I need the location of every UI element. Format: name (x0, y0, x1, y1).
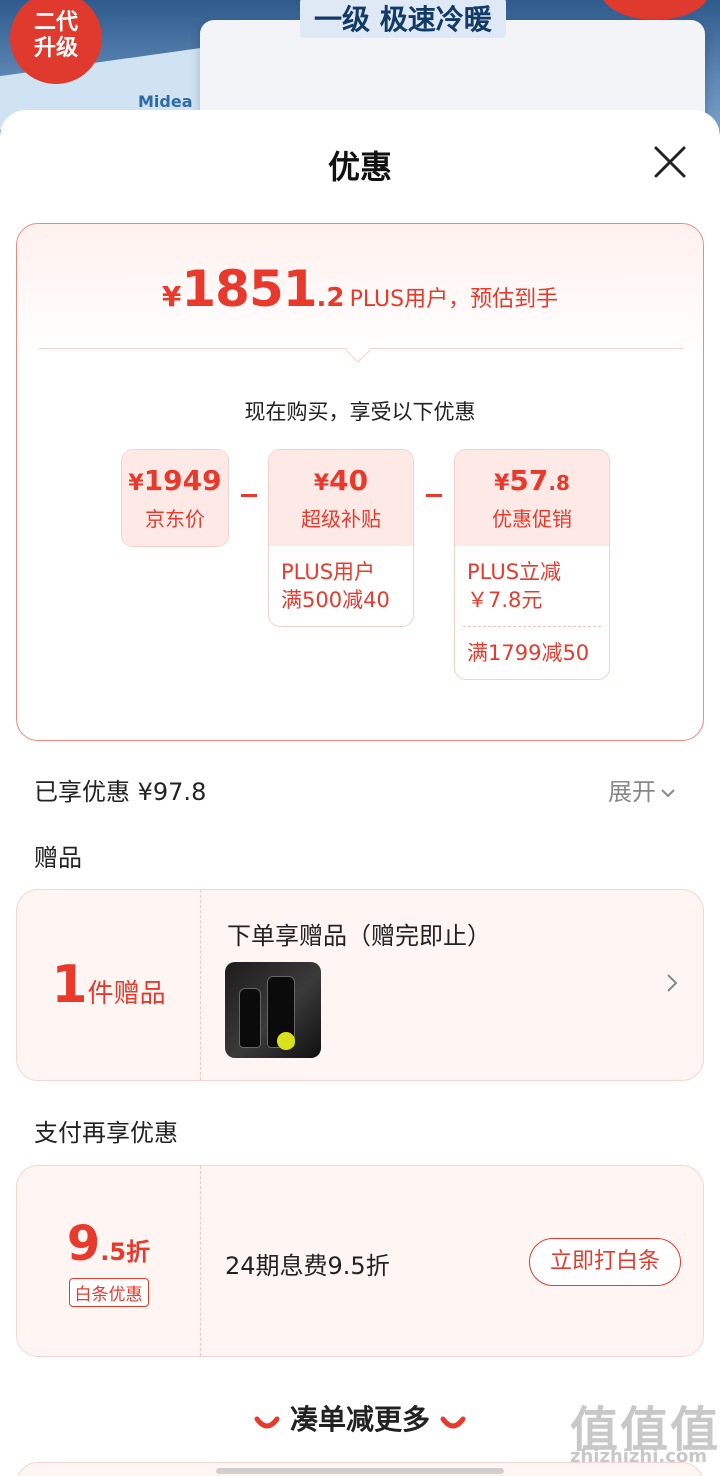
chip-decimal: .8 (548, 471, 570, 495)
chip-amount: 57 (509, 464, 549, 497)
gift-description: 下单享赠品（赠完即止） (227, 922, 491, 950)
chip-currency: ¥ (128, 471, 144, 496)
price-integer: 1851 (181, 260, 317, 318)
baitiao-pay-button[interactable]: 立即打白条 (529, 1238, 681, 1286)
chevron-right-icon[interactable] (665, 972, 679, 998)
discount-small: .5折 (100, 1237, 151, 1266)
brand-logo: Midea (138, 92, 193, 111)
watermark-url: zhizhizhi.com (570, 1446, 708, 1467)
chip-name: 优惠促销 (492, 507, 572, 531)
smile-left-icon (254, 1405, 280, 1438)
price-currency: ¥ (161, 280, 182, 313)
gift-section-title: 赠品 (34, 844, 82, 872)
gift-unit: 件赠品 (87, 979, 166, 1009)
chip-name: 京东价 (145, 507, 205, 531)
chip-detail: PLUS立减 ￥7.8元 (467, 560, 562, 612)
chevron-down-icon (661, 789, 675, 798)
baitiao-tag: 白条优惠 (68, 1277, 149, 1307)
now-buy-text: 现在购买，享受以下优惠 (244, 400, 476, 424)
chip-currency: ¥ (313, 471, 330, 496)
gift-panel[interactable]: 1件赠品 下单享赠品（赠完即止） (16, 889, 704, 1081)
gift-count: 1 (51, 955, 88, 1015)
chip-super-subsidy: ¥40 超级补贴 PLUS用户 满500减40 (268, 449, 414, 627)
chip-detail: PLUS用户 满500减40 (281, 560, 390, 612)
gift-count-area: 1件赠品 (17, 890, 201, 1080)
estimated-final-price: ¥1851.2 PLUS用户，预估到手 (17, 260, 703, 318)
enjoyed-discount-total: 已享优惠 ¥97.8 (34, 778, 207, 806)
pay-panel: 9.5折 白条优惠 24期息费9.5折 立即打白条 (16, 1165, 704, 1357)
discount-sheet: 优惠 ¥1851.2 PLUS用户，预估到手 现在购买，享受以下优惠 ¥1949… (0, 110, 720, 1476)
pay-section-title: 支付再享优惠 (34, 1119, 178, 1147)
minus-sign (241, 494, 257, 497)
chip-detail: 满1799减50 (467, 641, 590, 665)
divider-notch (345, 337, 371, 363)
product-slogan: 一级 极速冷暖 (300, 0, 506, 38)
smile-right-icon (440, 1405, 466, 1438)
price-suffix: PLUS用户，预估到手 (349, 287, 559, 312)
pay-description: 24期息费9.5折 (225, 1252, 390, 1280)
chip-promotion: ¥57.8 优惠促销 PLUS立减 ￥7.8元 满1799减50 (454, 449, 610, 680)
chip-amount: 1949 (143, 464, 222, 497)
promo-dot (600, 0, 710, 20)
chip-currency: ¥ (494, 471, 510, 496)
price-decimal: .2 (316, 283, 345, 313)
expand-button[interactable]: 展开 (608, 772, 676, 807)
gift-thumbnail[interactable] (225, 962, 321, 1058)
expand-label: 展开 (608, 778, 656, 806)
ball-image (277, 1032, 295, 1050)
close-icon[interactable] (648, 140, 692, 184)
price-summary-card: ¥1851.2 PLUS用户，预估到手 现在购买，享受以下优惠 ¥1949 京东… (16, 223, 704, 741)
chip-name: 超级补贴 (301, 507, 381, 531)
chip-amount: 40 (329, 464, 369, 497)
minus-sign (426, 494, 442, 497)
discount-big: 9 (66, 1215, 101, 1272)
chip-jd-price: ¥1949 京东价 (121, 449, 229, 547)
more-title-label: 凑单减更多 (289, 1403, 430, 1436)
pay-discount-area: 9.5折 白条优惠 (17, 1166, 201, 1356)
bottle-image (239, 988, 261, 1048)
home-indicator[interactable] (216, 1468, 504, 1474)
sheet-title: 优惠 (327, 148, 392, 186)
